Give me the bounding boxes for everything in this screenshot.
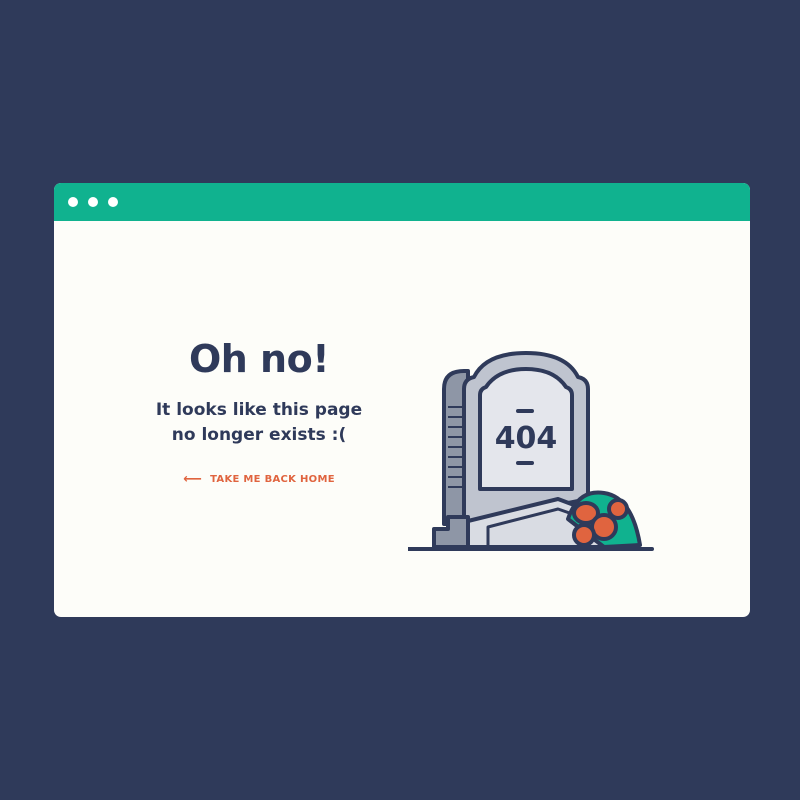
back-home-label: TAKE ME BACK HOME — [210, 474, 335, 485]
window-control-dot[interactable] — [68, 197, 78, 207]
error-description: It looks like this page no longer exists… — [124, 398, 394, 448]
window-control-dot[interactable] — [108, 197, 118, 207]
arrow-left-icon: ⟵ — [183, 471, 203, 487]
page-content: Oh no! It looks like this page no longer… — [54, 221, 750, 617]
window-control-dot[interactable] — [88, 197, 98, 207]
error-code: 404 — [495, 421, 558, 456]
page-title: Oh no! — [188, 337, 330, 381]
error-message: Oh no! It looks like this page no longer… — [124, 336, 394, 487]
browser-window: Oh no! It looks like this page no longer… — [54, 183, 750, 617]
error-description-line: no longer exists :( — [171, 425, 347, 445]
error-description-line: It looks like this page — [155, 400, 363, 420]
tombstone-icon: 404 — [408, 351, 654, 551]
window-titlebar — [54, 183, 750, 221]
back-home-link[interactable]: ⟵ TAKE ME BACK HOME — [183, 471, 335, 487]
